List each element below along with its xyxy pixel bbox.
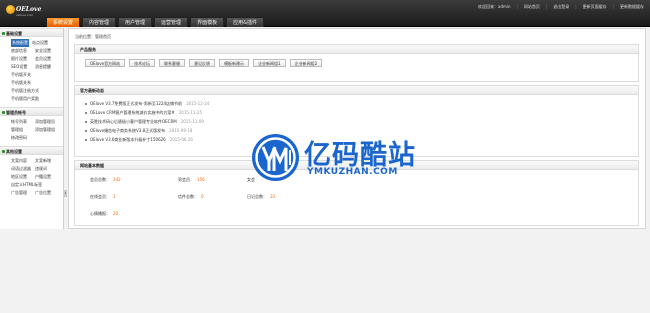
sidebar-item-mobile-rewards[interactable]: 手机版用户奖励: [11, 95, 61, 103]
sidebar-group-other: 其他设置 文案内容 文案新增 词语过滤器 违规词 地区设置 户籍设置 自定义HT…: [0, 146, 63, 198]
news-item[interactable]: OElove V3.7免费版正式发布-男新至1224店铺节前 2015-12-24: [85, 99, 638, 108]
tab-apps-plugins[interactable]: 应用&插件: [226, 17, 264, 27]
logo-text: OELove: [16, 6, 42, 13]
template-demo-button[interactable]: 模板新建示: [219, 59, 250, 67]
separator: |: [545, 4, 548, 9]
panel-title: 官方最新动态: [75, 86, 638, 95]
logo-icon: [6, 5, 15, 14]
watermark: 亿码酷站 YMKUZHAN.COM: [252, 131, 415, 189]
stat-male-members: 男会员： 156: [178, 177, 205, 182]
sidebar-item-footer-info[interactable]: 底部信息: [11, 47, 35, 55]
logo-subtext: oelove.com: [16, 13, 34, 17]
official-site-button[interactable]: OElove官方网站: [85, 59, 126, 67]
sidebar-item-custom-html[interactable]: 自定义HTML标签: [11, 181, 61, 189]
watermark-url: YMKUZHAN.COM: [307, 167, 398, 177]
refresh-page-cache-link[interactable]: 更新页面缓存: [583, 4, 607, 10]
site-home-link[interactable]: 网站首页: [524, 4, 540, 10]
sidebar-group-title: 其他设置: [0, 146, 63, 155]
tab-operations[interactable]: 运营管理: [154, 17, 189, 27]
forum-button[interactable]: 技术论坛: [129, 59, 156, 67]
top-links: 欢迎回来：admin | 网站首页 | 退出登录 | 更新页面缓存 | 更新数据…: [478, 4, 644, 10]
sidebar-item-add-group[interactable]: 添加管理组: [35, 126, 59, 134]
sidebar-item-account-list[interactable]: 帐号列表: [11, 118, 35, 126]
sidebar-item-seo[interactable]: SEO设置: [11, 63, 35, 71]
bullet-icon: [2, 150, 5, 153]
sidebar-item-ads[interactable]: 广告管理: [11, 189, 35, 197]
sidebar-item-admin-groups[interactable]: 管理组: [11, 126, 35, 134]
sidebar-item-copy-content[interactable]: 文案内容: [11, 157, 35, 165]
sidebar-item-notifications[interactable]: 消息提醒: [35, 63, 59, 71]
sidebar-group-title: 管理员帐号: [0, 107, 63, 116]
sidebar-group-admin: 管理员帐号 帐号列表 添加管理员 管理组 添加管理组 修改密码: [0, 107, 63, 143]
logo[interactable]: OELove oelove.com: [6, 3, 46, 17]
sidebar-item-security[interactable]: 安全设置: [35, 47, 59, 55]
main-tabs: 系统设置 内容管理 用户管理 运营管理 界面模板 应用&插件: [46, 17, 264, 27]
bullet-icon: [85, 103, 87, 105]
sidebar-item-mobile-register[interactable]: 手机版注册方式: [11, 87, 61, 95]
bullet-icon: [85, 130, 87, 132]
stat-total-diaries: 日记总数： 33: [247, 194, 276, 199]
sidebar-item-mobile-relation[interactable]: 手机版关系: [11, 79, 61, 87]
sidebar-item-copy-add[interactable]: 文案新增: [35, 157, 59, 165]
separator: |: [612, 4, 614, 9]
bullet-icon: [85, 121, 87, 123]
breadcrumb: 当前位置：管理首页: [75, 34, 111, 39]
tab-templates[interactable]: 界面模板: [190, 17, 225, 27]
company-news-2-button[interactable]: 企业新闻组2: [289, 59, 323, 67]
products-panel: 产品服务 OElove官方网站 技术论坛 联系客服 意见反馈 模板新建示 企业新…: [74, 44, 639, 82]
sidebar-group-title: 基础设置: [0, 28, 63, 37]
sidebar-item-image-settings[interactable]: 图片设置: [11, 55, 35, 63]
contact-support-button[interactable]: 联系客服: [159, 59, 186, 67]
watermark-logo-icon: [252, 134, 299, 181]
sidebar: 基础设置 系统配置 站点设置 底部信息 安全设置 图片设置 会员设置 SEO设置…: [0, 28, 64, 229]
sidebar-item-banned-words[interactable]: 违规词: [35, 165, 59, 173]
tab-content-management[interactable]: 内容管理: [82, 17, 117, 27]
stat-total-members: 会员总数： 342: [90, 177, 121, 182]
company-news-1-button[interactable]: 企业新闻组1: [253, 59, 286, 67]
top-bar: OELove oelove.com 欢迎回来：admin | 网站首页 | 退出…: [0, 0, 650, 27]
tab-system-settings[interactable]: 系统设置: [46, 17, 81, 27]
sidebar-item-region[interactable]: 地区设置: [11, 173, 35, 181]
bullet-icon: [85, 139, 87, 141]
bullet-icon: [2, 111, 5, 114]
sidebar-item-site-settings[interactable]: 站点设置: [32, 39, 56, 47]
sidebar-item-system-config[interactable]: 系统配置: [11, 39, 29, 47]
bullet-icon: [85, 112, 87, 114]
news-item[interactable]: 英胜技术研心后盾极小客户管理专业软件OECRM 2015-11-09: [85, 117, 638, 126]
sidebar-item-change-password[interactable]: 修改密码: [11, 134, 35, 142]
feedback-button[interactable]: 意见反馈: [189, 59, 216, 67]
separator: |: [575, 4, 577, 9]
separator: |: [516, 4, 518, 9]
sidebar-item-word-filter[interactable]: 词语过滤器: [11, 165, 35, 173]
sidebar-item-add-admin[interactable]: 添加管理员: [35, 118, 59, 126]
news-item[interactable]: OELove CRM客户管理系统减价实施中的方案# 2015-11-25: [85, 108, 638, 117]
tab-user-management[interactable]: 用户管理: [118, 17, 153, 27]
panel-title: 产品服务: [75, 45, 638, 54]
logout-link[interactable]: 退出登录: [553, 4, 569, 10]
stat-total-letters: 信件总数： 0: [178, 194, 204, 199]
sidebar-group-basic: 基础设置 系统配置 站点设置 底部信息 安全设置 图片设置 会员设置 SEO设置…: [0, 28, 63, 104]
sidebar-item-member-settings[interactable]: 会员设置: [35, 55, 59, 63]
welcome-text: 欢迎回来：admin: [478, 4, 511, 9]
sidebar-collapse-handle[interactable]: [64, 190, 67, 197]
stat-mood-posts: 心情播报： 20: [90, 211, 119, 216]
stat-online-members: 在线会员： 3: [90, 194, 116, 199]
sidebar-item-ad-slots[interactable]: 广告位置: [35, 189, 59, 197]
main-content: 当前位置：管理首页 产品服务 OElove官方网站 技术论坛 联系客服 意见反馈…: [68, 28, 646, 229]
sidebar-item-hukou[interactable]: 户籍设置: [35, 173, 59, 181]
refresh-data-cache-link[interactable]: 更新数据缓存: [620, 4, 644, 10]
sidebar-item-mobile-switch[interactable]: 手机版开关: [11, 71, 61, 79]
bullet-icon: [2, 32, 5, 35]
